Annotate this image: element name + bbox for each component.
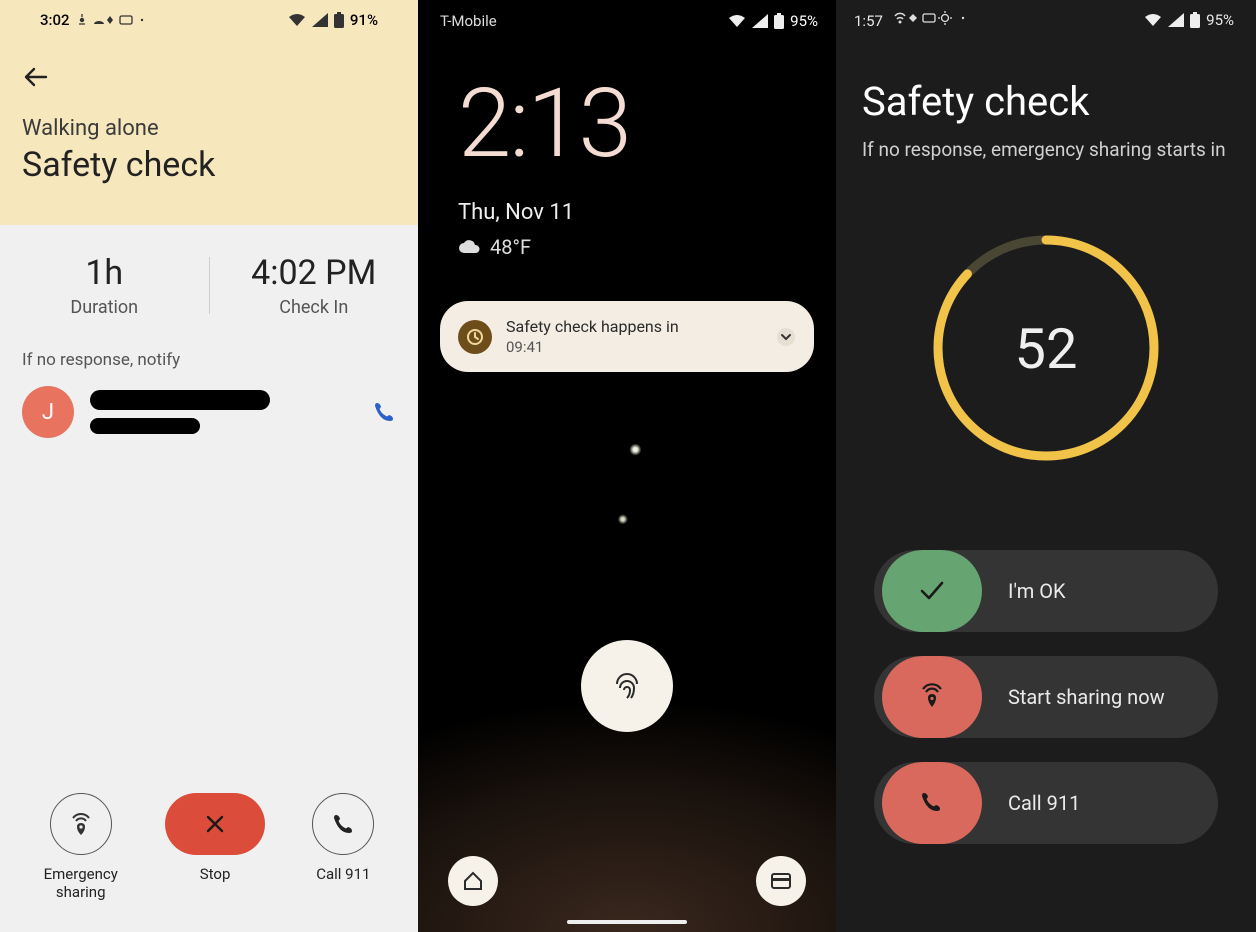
status-time: 1:57 <box>854 12 883 30</box>
countdown-value: 52 <box>1015 316 1078 382</box>
phone-safety-check-alert: 1:57 95% Safety check If no response, em… <box>836 0 1256 932</box>
battery-icon <box>774 13 784 29</box>
start-sharing-button[interactable]: Start sharing now <box>874 656 1218 738</box>
fingerprint-button[interactable] <box>581 640 673 732</box>
wifi-icon <box>288 13 306 27</box>
notification-countdown: 09:41 <box>506 338 762 356</box>
cloud-icon <box>458 239 482 255</box>
phone-icon <box>882 762 982 844</box>
status-bar: 1:57 95% <box>836 0 1256 40</box>
call-911-label: Call 911 <box>1008 791 1080 815</box>
countdown-ring: 52 <box>836 228 1256 468</box>
signal-icon <box>312 13 328 27</box>
home-shortcut[interactable] <box>448 856 498 906</box>
call-911-button[interactable]: Call 911 <box>312 793 374 884</box>
call-911-label: Call 911 <box>316 865 370 884</box>
page-title: Safety check <box>22 145 396 185</box>
status-icons-left <box>891 10 991 26</box>
signal-icon <box>1168 13 1184 27</box>
duration-block: 1h Duration <box>0 253 209 318</box>
info-row: 1h Duration 4:02 PM Check In <box>0 225 418 338</box>
duration-label: Duration <box>0 297 209 318</box>
header-subtitle: Walking alone <box>22 116 396 141</box>
checkin-value: 4:02 PM <box>210 253 419 293</box>
phone-safety-check-settings: 3:02 91% Walking alone Safety check <box>0 0 418 932</box>
wifi-icon <box>1144 13 1162 27</box>
status-icons-left <box>76 12 166 28</box>
page-subtitle: If no response, emergency sharing starts… <box>862 137 1230 164</box>
nav-handle[interactable] <box>567 920 687 924</box>
lock-clock: 2:13 <box>458 68 836 180</box>
home-icon <box>462 870 484 892</box>
wallet-shortcut[interactable] <box>756 856 806 906</box>
broadcast-location-icon <box>882 656 982 738</box>
im-ok-label: I'm OK <box>1008 579 1066 603</box>
chevron-down-icon[interactable] <box>776 327 796 347</box>
arrow-left-icon <box>22 66 48 88</box>
bottom-actions: Emergency sharing Stop Call 911 <box>0 793 418 903</box>
header-panel: 3:02 91% Walking alone Safety check <box>0 0 418 225</box>
notification-title: Safety check happens in <box>506 317 762 336</box>
contact-row[interactable]: J <box>0 386 418 438</box>
phone-icon <box>331 812 355 836</box>
carrier-label: T-Mobile <box>440 12 497 30</box>
card-icon <box>770 872 792 890</box>
emergency-sharing-label: Emergency sharing <box>44 865 118 903</box>
stop-label: Stop <box>200 865 231 884</box>
checkin-block: 4:02 PM Check In <box>210 253 419 318</box>
temperature: 48°F <box>490 235 531 259</box>
back-button[interactable] <box>22 40 396 112</box>
notify-label: If no response, notify <box>0 338 418 386</box>
checkin-label: Check In <box>210 297 419 318</box>
action-buttons: I'm OK Start sharing now Call 911 <box>836 550 1256 844</box>
lock-date: Thu, Nov 11 <box>458 200 836 225</box>
status-battery: 91% <box>350 11 378 29</box>
signal-icon <box>752 14 768 28</box>
status-battery: 95% <box>790 12 818 30</box>
check-icon <box>882 550 982 632</box>
start-sharing-label: Start sharing now <box>1008 685 1165 709</box>
lock-bottom-actions <box>418 856 836 906</box>
shield-clock-icon <box>458 320 492 354</box>
duration-value: 1h <box>0 253 209 293</box>
call-911-button[interactable]: Call 911 <box>874 762 1218 844</box>
status-right: 95% <box>728 12 818 30</box>
im-ok-button[interactable]: I'm OK <box>874 550 1218 632</box>
redacted-line <box>90 418 200 434</box>
close-icon <box>204 813 226 835</box>
stop-button[interactable]: Stop <box>165 793 265 884</box>
broadcast-location-icon <box>67 810 95 838</box>
phone-lockscreen: T-Mobile 95% 2:13 Thu, Nov 11 48°F Safet… <box>418 0 836 932</box>
status-time: 3:02 <box>40 11 70 29</box>
phone-icon[interactable] <box>372 400 396 424</box>
lock-weather: 48°F <box>458 235 836 259</box>
contact-text-redacted <box>90 390 356 434</box>
status-battery: 95% <box>1206 11 1234 29</box>
safety-check-notification[interactable]: Safety check happens in 09:41 <box>440 301 814 372</box>
battery-icon <box>1190 12 1200 28</box>
page-title: Safety check <box>862 78 1230 125</box>
status-bar: 3:02 91% <box>22 0 396 40</box>
contact-avatar: J <box>22 386 74 438</box>
battery-icon <box>334 12 344 28</box>
fingerprint-icon <box>607 666 647 706</box>
emergency-sharing-button[interactable]: Emergency sharing <box>44 793 118 903</box>
redacted-line <box>90 390 270 410</box>
wifi-icon <box>728 14 746 28</box>
